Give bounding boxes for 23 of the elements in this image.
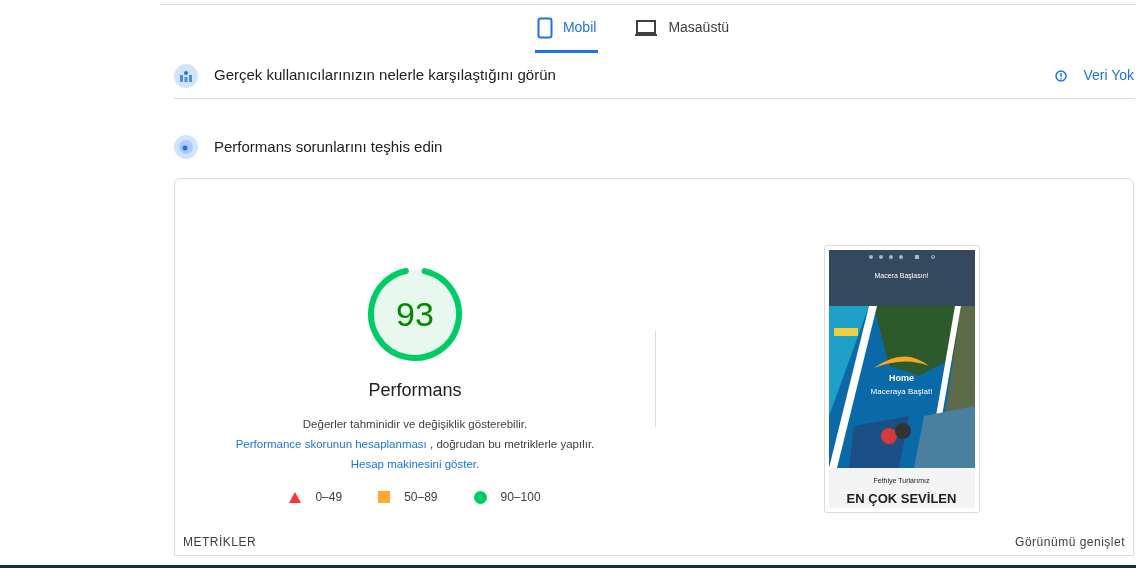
legend-label: 50–89 xyxy=(404,489,438,506)
phone-icon xyxy=(536,16,553,39)
legend-label: 90–100 xyxy=(500,489,541,506)
hero-subtitle: Maceraya Başlat! xyxy=(870,385,933,398)
no-data-status: Veri Yok xyxy=(1083,66,1134,85)
score-label: Performans xyxy=(368,379,462,402)
legend-label: 0–49 xyxy=(315,489,343,506)
laptop-icon xyxy=(634,18,659,37)
info-icon xyxy=(1055,69,1068,82)
hero-title: Home xyxy=(889,372,914,385)
section-title: Gerçek kullanıcılarınızın nelerle karşılaştığını görün xyxy=(214,65,556,86)
radar-icon xyxy=(174,135,198,159)
score-value: 93 xyxy=(396,297,434,331)
link[interactable]: Performance skorunun hesaplanması xyxy=(235,438,427,450)
link[interactable]: Hesap makinesini göster. xyxy=(350,458,480,470)
section-title: Performans sorunlarını teşhis edin xyxy=(214,136,443,157)
metrics-heading: METRİKLER xyxy=(183,534,257,551)
device-tab[interactable]: Mobil xyxy=(534,5,599,53)
expand-view-button[interactable]: Görünümü genişlet xyxy=(1015,533,1125,551)
preview-heading: EN ÇOK SEVİLEN xyxy=(846,490,957,507)
score-description: Değerler tahminidir ve değişiklik gösterebilir. Performance skorunun hesaplanması , doğrudan bu metriklerle yapılır. Hesap makinesini göster. xyxy=(234,417,596,472)
users-chart-icon xyxy=(174,63,198,88)
device-tab[interactable]: Masaüstü xyxy=(632,5,732,53)
